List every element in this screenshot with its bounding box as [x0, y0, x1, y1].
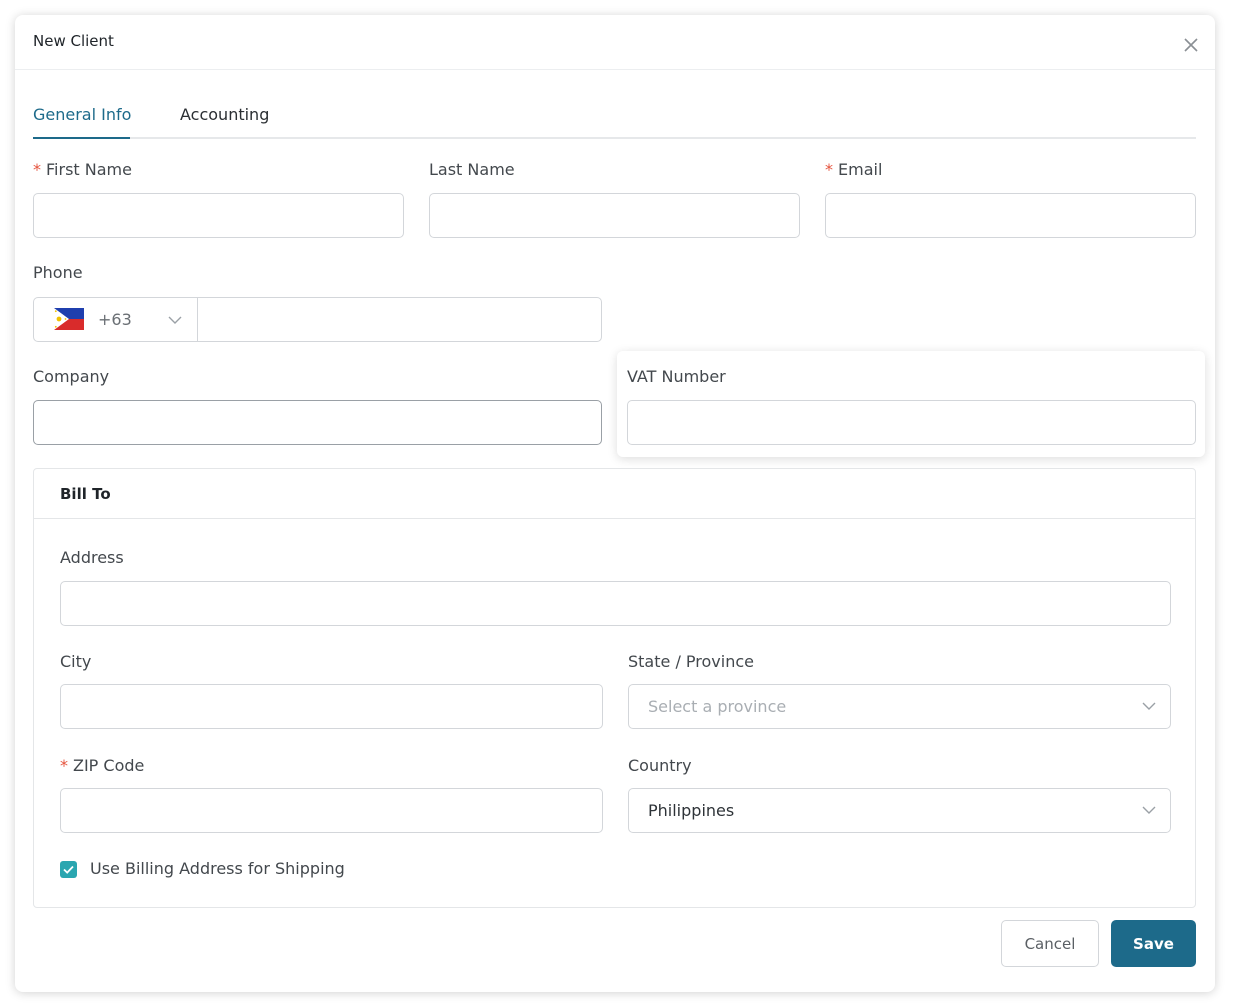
city-input[interactable] [60, 684, 603, 729]
company-label: Company [33, 367, 110, 386]
city-label: City [60, 652, 92, 671]
close-icon[interactable] [1183, 37, 1199, 53]
dialog-header: New Client [15, 15, 1215, 70]
phone-field: +63 [33, 297, 602, 342]
last-name-input[interactable] [429, 193, 800, 238]
bill-to-title: Bill To [60, 485, 111, 503]
required-marker: * [825, 160, 833, 179]
address-input[interactable] [60, 581, 1171, 626]
bill-to-header: Bill To [34, 469, 1195, 519]
tab-accounting[interactable]: Accounting [180, 105, 269, 124]
tab-bar: General Info Accounting [33, 95, 1196, 139]
zip-code-input[interactable] [60, 788, 603, 833]
email-label: * Email [825, 160, 883, 179]
first-name-input[interactable] [33, 193, 404, 238]
required-marker: * [60, 756, 68, 775]
checkmark-icon [63, 865, 74, 874]
state-province-select[interactable]: Select a province [628, 684, 1171, 729]
cancel-button[interactable]: Cancel [1001, 920, 1099, 967]
chevron-down-icon [1142, 806, 1156, 814]
vat-number-input[interactable] [627, 400, 1196, 445]
chevron-down-icon [168, 316, 182, 324]
email-input[interactable] [825, 193, 1196, 238]
required-marker: * [33, 160, 41, 179]
zip-code-label: * ZIP Code [60, 756, 145, 775]
first-name-label: * First Name [33, 160, 132, 179]
last-name-label: Last Name [429, 160, 515, 179]
company-input[interactable] [33, 400, 602, 445]
vat-number-label: VAT Number [627, 367, 726, 386]
philippines-flag-icon [54, 308, 84, 330]
state-province-placeholder: Select a province [648, 697, 787, 716]
new-client-dialog: New Client General Info Accounting * Firs… [15, 15, 1215, 992]
save-button[interactable]: Save [1111, 920, 1196, 967]
active-tab-indicator [33, 137, 130, 139]
phone-label: Phone [33, 263, 83, 282]
address-label: Address [60, 548, 124, 567]
chevron-down-icon [1142, 702, 1156, 710]
country-select[interactable]: Philippines [628, 788, 1171, 833]
vat-number-card: VAT Number [617, 351, 1205, 457]
state-province-label: State / Province [628, 652, 754, 671]
tab-general-info[interactable]: General Info [33, 105, 131, 124]
country-dial-code: +63 [98, 310, 132, 329]
bill-to-section: Bill To Address City State / Province Se… [33, 468, 1196, 908]
country-value: Philippines [648, 801, 735, 820]
country-label: Country [628, 756, 692, 775]
use-billing-for-shipping-checkbox[interactable] [60, 861, 77, 878]
use-billing-for-shipping-label[interactable]: Use Billing Address for Shipping [90, 859, 345, 878]
phone-number-input[interactable] [199, 298, 601, 341]
country-code-select[interactable]: +63 [34, 298, 198, 341]
dialog-title: New Client [33, 32, 114, 50]
